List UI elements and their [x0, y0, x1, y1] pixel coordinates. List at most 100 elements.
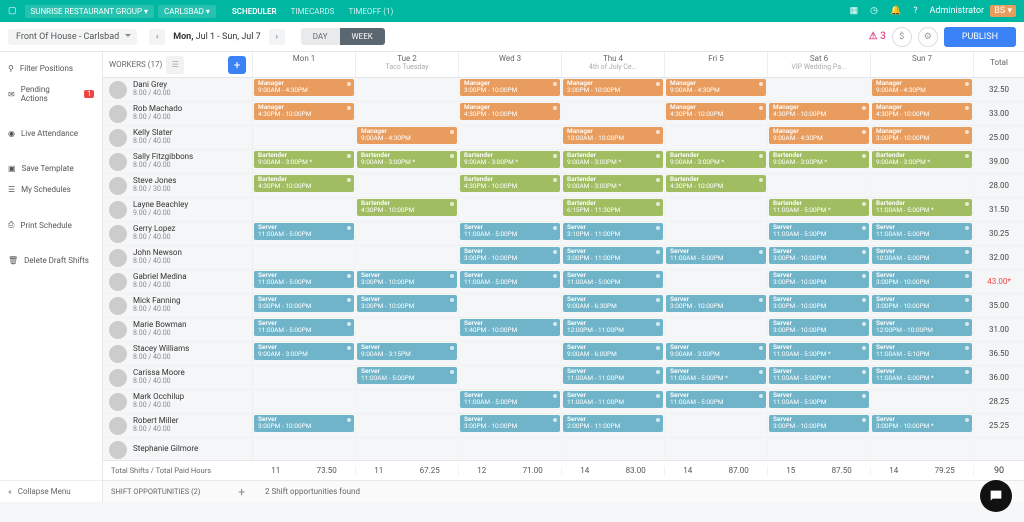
schedule-cell[interactable]: Server9:00AM - 3:00PM [253, 342, 356, 365]
schedule-cell[interactable]: Server11:00AM - 5:00PM [665, 246, 768, 269]
schedule-cell[interactable]: Server11:00AM - 5:00PM [768, 390, 871, 413]
shift-block[interactable]: Bartender6:15PM - 11:30PM [563, 199, 663, 216]
add-worker-button[interactable]: + [228, 56, 246, 74]
shift-block[interactable]: Bartender4:30PM - 10:00PM [357, 199, 457, 216]
print-schedule[interactable]: ⎙Print Schedule [0, 214, 102, 236]
shift-block[interactable]: Server1:40PM - 10:00PM [460, 319, 560, 336]
shift-block[interactable]: Server3:10PM - 11:00PM [563, 223, 663, 240]
schedule-cell[interactable]: Manager9:00AM - 4:30PM [356, 126, 459, 149]
shift-block[interactable]: Bartender9:00AM - 3:00PM * [666, 151, 766, 168]
worker-info[interactable]: Steve Jones8.00 / 30.00 [103, 174, 253, 197]
shift-block[interactable]: Server11:00AM - 5:00PM [872, 223, 972, 240]
schedule-cell[interactable] [871, 390, 974, 413]
schedule-cell[interactable] [253, 438, 356, 460]
schedule-cell[interactable] [356, 174, 459, 197]
schedule-cell[interactable]: Server9:00AM - 3:00PM [665, 342, 768, 365]
shift-block[interactable]: Bartender9:00AM - 3:00PM * [357, 151, 457, 168]
schedule-cell[interactable]: Bartender4:30PM - 10:00PM [665, 174, 768, 197]
schedule-cell[interactable]: Manager4:30PM - 10:00PM [459, 102, 562, 125]
schedule-cell[interactable] [768, 78, 871, 101]
shift-block[interactable]: Bartender9:00AM - 3:00PM * [460, 151, 560, 168]
shift-block[interactable]: Bartender4:30PM - 10:00PM [666, 175, 766, 192]
worker-info[interactable]: Gerry Lopez8.00 / 40.00 [103, 222, 253, 245]
worker-info[interactable]: Stephanie Gilmore [103, 438, 253, 460]
schedule-cell[interactable]: Server11:00AM - 5:00PM [665, 390, 768, 413]
schedule-cell[interactable]: Bartender4:30PM - 10:00PM [356, 198, 459, 221]
worker-info[interactable]: Robert Miller8.00 / 40.00 [103, 414, 253, 437]
schedule-cell[interactable] [665, 318, 768, 341]
schedule-cell[interactable]: Server11:00AM - 5:00PM * [768, 342, 871, 365]
schedule-cell[interactable]: Server3:00PM - 11:00PM [562, 246, 665, 269]
shift-block[interactable]: Server3:00PM - 10:00PM [872, 295, 972, 312]
shift-block[interactable]: Bartender9:00AM - 3:00PM * [769, 151, 869, 168]
warning-count[interactable]: ⚠ 3 [869, 31, 886, 42]
shift-block[interactable]: Server3:00PM - 10:00PM [254, 295, 354, 312]
settings-button[interactable]: ⚙ [918, 27, 938, 47]
schedule-cell[interactable] [459, 366, 562, 389]
my-schedules[interactable]: ☰My Schedules [0, 179, 102, 200]
shift-block[interactable]: Server3:00PM - 10:00PM [769, 247, 869, 264]
worker-info[interactable]: Kelly Slater8.00 / 40.00 [103, 126, 253, 149]
schedule-cell[interactable] [665, 222, 768, 245]
schedule-cell[interactable]: Server12:00PM - 10:00PM [871, 318, 974, 341]
shift-block[interactable]: Server3:00PM - 10:00PM [769, 415, 869, 432]
shift-block[interactable]: Server11:00AM - 5:00PM * [872, 367, 972, 384]
delete-draft-shifts[interactable]: 🗑Delete Draft Shifts [0, 250, 102, 271]
shift-opportunities-header[interactable]: SHIFT OPPORTUNITIES (2)+ [103, 485, 253, 499]
shift-block[interactable]: Server11:00AM - 5:00PM [254, 319, 354, 336]
schedule-cell[interactable] [356, 102, 459, 125]
schedule-cell[interactable]: Server11:00AM - 5:00PM [253, 270, 356, 293]
schedule-cell[interactable] [356, 438, 459, 460]
schedule-cell[interactable] [768, 174, 871, 197]
schedule-cell[interactable] [665, 270, 768, 293]
shift-block[interactable]: Server12:00PM - 11:00PM [563, 319, 663, 336]
shift-block[interactable]: Manager9:00AM - 4:30PM [357, 127, 457, 144]
view-day-button[interactable]: DAY [301, 28, 340, 45]
shift-block[interactable]: Server11:00AM - 11:00PM [563, 367, 663, 384]
schedule-cell[interactable]: Bartender4:30PM - 10:00PM [459, 174, 562, 197]
shift-block[interactable]: Manager3:00PM - 10:00PM [460, 79, 560, 96]
shift-block[interactable]: Server11:00AM - 5:00PM [666, 391, 766, 408]
worker-info[interactable]: John Newson8.00 / 40.00 [103, 246, 253, 269]
schedule-cell[interactable]: Manager10:00AM - 10:00PM [562, 126, 665, 149]
bell-icon[interactable]: 🔔 [890, 6, 901, 16]
shift-block[interactable]: Server3:00PM - 11:00PM [563, 247, 663, 264]
shift-block[interactable]: Server9:00AM - 6:30PM [563, 295, 663, 312]
worker-info[interactable]: Mick Fanning8.00 / 40.00 [103, 294, 253, 317]
schedule-cell[interactable]: Server3:00PM - 10:00PM [768, 246, 871, 269]
shift-block[interactable]: Bartender9:00AM - 3:00PM * [254, 151, 354, 168]
next-week-button[interactable]: › [269, 29, 285, 45]
schedule-cell[interactable]: Server3:00PM - 10:00PM [871, 270, 974, 293]
shift-block[interactable]: Server3:00PM - 10:00PM [460, 247, 560, 264]
shift-block[interactable]: Manager4:30PM - 10:00PM [769, 103, 869, 120]
shift-block[interactable]: Server3:00PM - 10:00PM * [872, 415, 972, 432]
schedule-cell[interactable]: Server11:00AM - 5:00PM * [768, 366, 871, 389]
shift-block[interactable]: Server11:00AM - 5:00PM [254, 223, 354, 240]
schedule-cell[interactable] [459, 438, 562, 460]
schedule-cell[interactable]: Server11:00AM - 5:10PM [871, 342, 974, 365]
schedule-cell[interactable] [665, 198, 768, 221]
schedule-cell[interactable]: Server11:00AM - 5:00PM [562, 270, 665, 293]
shift-block[interactable]: Server9:00AM - 6:00PM [563, 343, 663, 360]
shift-block[interactable]: Server11:00AM - 5:00PM [460, 391, 560, 408]
schedule-cell[interactable] [253, 126, 356, 149]
shift-block[interactable]: Server11:00AM - 5:10PM [872, 343, 972, 360]
schedule-cell[interactable]: Bartender9:00AM - 3:00PM * [562, 150, 665, 173]
schedule-cell[interactable] [253, 390, 356, 413]
schedule-cell[interactable]: Bartender9:00AM - 3:00PM * [871, 150, 974, 173]
shift-block[interactable]: Bartender9:00AM - 3:00PM * [872, 151, 972, 168]
schedule-cell[interactable]: Server3:00PM - 10:00PM [356, 270, 459, 293]
schedule-cell[interactable] [459, 294, 562, 317]
shift-block[interactable]: Server10:00AM - 5:00PM [872, 247, 972, 264]
schedule-cell[interactable] [253, 246, 356, 269]
shift-block[interactable]: Server3:00PM - 10:00PM [769, 295, 869, 312]
schedule-cell[interactable]: Server3:10PM - 11:00PM [562, 222, 665, 245]
schedule-cell[interactable]: Manager9:00AM - 4:30PM [665, 78, 768, 101]
schedule-cell[interactable]: Server9:00AM - 6:30PM [562, 294, 665, 317]
schedule-cell[interactable]: Bartender6:15PM - 11:30PM [562, 198, 665, 221]
schedule-cell[interactable]: Server3:00PM - 10:00PM [665, 294, 768, 317]
shift-block[interactable]: Server11:00AM - 11:00PM [563, 391, 663, 408]
department-dropdown[interactable]: Front Of House - Carlsbad [8, 29, 137, 45]
shift-block[interactable]: Server11:00AM - 5:00PM [460, 223, 560, 240]
schedule-cell[interactable]: Manager4:30PM - 10:00PM [665, 102, 768, 125]
